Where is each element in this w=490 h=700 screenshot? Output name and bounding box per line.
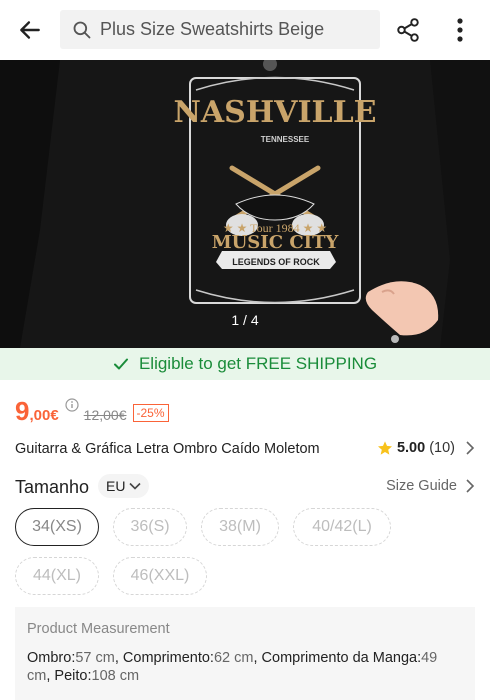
chevron-right-icon: [466, 441, 475, 455]
shipping-text: Eligible to get FREE SHIPPING: [138, 354, 378, 373]
size-region-value: EU: [106, 478, 126, 494]
more-vertical-icon: [457, 18, 463, 42]
size-label: Tamanho: [15, 477, 90, 497]
size-option-34xs[interactable]: 34(XS): [15, 508, 99, 546]
image-counter: 1 / 4: [231, 312, 259, 328]
peito-value: 108 cm: [91, 668, 140, 684]
search-bar[interactable]: [60, 10, 380, 49]
price-current: 9: [15, 396, 30, 426]
comprimento-value: 62 cm: [213, 650, 254, 666]
graphic-subtitle: TENNESSEE: [261, 135, 310, 144]
measurement-details: Ombro:57 cm, Comprimento:62 cm, Comprime…: [27, 650, 438, 684]
search-icon: [73, 21, 91, 38]
rating-summary[interactable]: 5.00 (10): [377, 440, 475, 456]
graphic-headline: MUSIC CITY: [212, 232, 340, 253]
size-header: Tamanho EU Size Guide: [15, 474, 475, 500]
discount-badge: -25%: [132, 404, 169, 422]
size-guide-label: Size Guide: [386, 478, 457, 494]
ombro-label: Ombro:: [27, 650, 76, 666]
chevron-right-icon: [465, 479, 475, 493]
graphic-title: NASHVILLE: [173, 95, 376, 130]
price-row: 9 ,00€ 12,00€ -25%: [15, 396, 169, 426]
product-image-carousel[interactable]: NASHVILLE TENNESSEE ★ ★ Tour 1984 ★ ★ MU…: [0, 60, 490, 348]
size-option-44xl[interactable]: 44(XL): [15, 557, 99, 595]
star-icon: [377, 440, 393, 456]
check-icon: [113, 356, 129, 372]
size-option-40-42l[interactable]: 40/42(L): [293, 508, 391, 546]
price-current-cents: ,00€: [29, 407, 59, 424]
size-option-46xxl[interactable]: 46(XXL): [113, 557, 207, 595]
product-measurement-panel: Product Measurement Ombro:57 cm, Comprim…: [15, 607, 475, 700]
free-shipping-banner: Eligible to get FREE SHIPPING: [0, 348, 490, 380]
size-guide-link[interactable]: Size Guide: [386, 478, 475, 494]
search-input[interactable]: [100, 19, 370, 40]
review-count: (10): [429, 440, 455, 456]
manga-label: Comprimento da Manga:: [261, 650, 422, 666]
more-options-button[interactable]: [447, 14, 473, 46]
rating-score: 5.00: [396, 440, 426, 456]
price-original: 12,00€: [83, 407, 127, 423]
info-icon[interactable]: [65, 398, 79, 412]
peito-label: Peito:: [54, 668, 92, 684]
top-bar: [0, 0, 490, 60]
size-option-36s[interactable]: 36(S): [113, 508, 187, 546]
chevron-down-icon: [129, 482, 142, 490]
product-photo: NASHVILLE TENNESSEE ★ ★ Tour 1984 ★ ★ MU…: [0, 60, 490, 348]
comprimento-label: Comprimento:: [122, 650, 214, 666]
measurement-title: Product Measurement: [27, 621, 170, 637]
share-button[interactable]: [393, 14, 423, 46]
size-region-select[interactable]: EU: [98, 474, 150, 498]
size-option-38m[interactable]: 38(M): [201, 508, 279, 546]
graphic-banner: LEGENDS OF ROCK: [232, 257, 320, 267]
ombro-value: 57 cm: [75, 650, 115, 666]
back-button[interactable]: [14, 14, 46, 46]
product-title-row: Guitarra & Gráfica Letra Ombro Caído Mol…: [15, 439, 475, 461]
product-title: Guitarra & Gráfica Letra Ombro Caído Mol…: [15, 441, 320, 457]
share-icon: [397, 18, 419, 42]
arrow-left-icon: [20, 21, 40, 39]
